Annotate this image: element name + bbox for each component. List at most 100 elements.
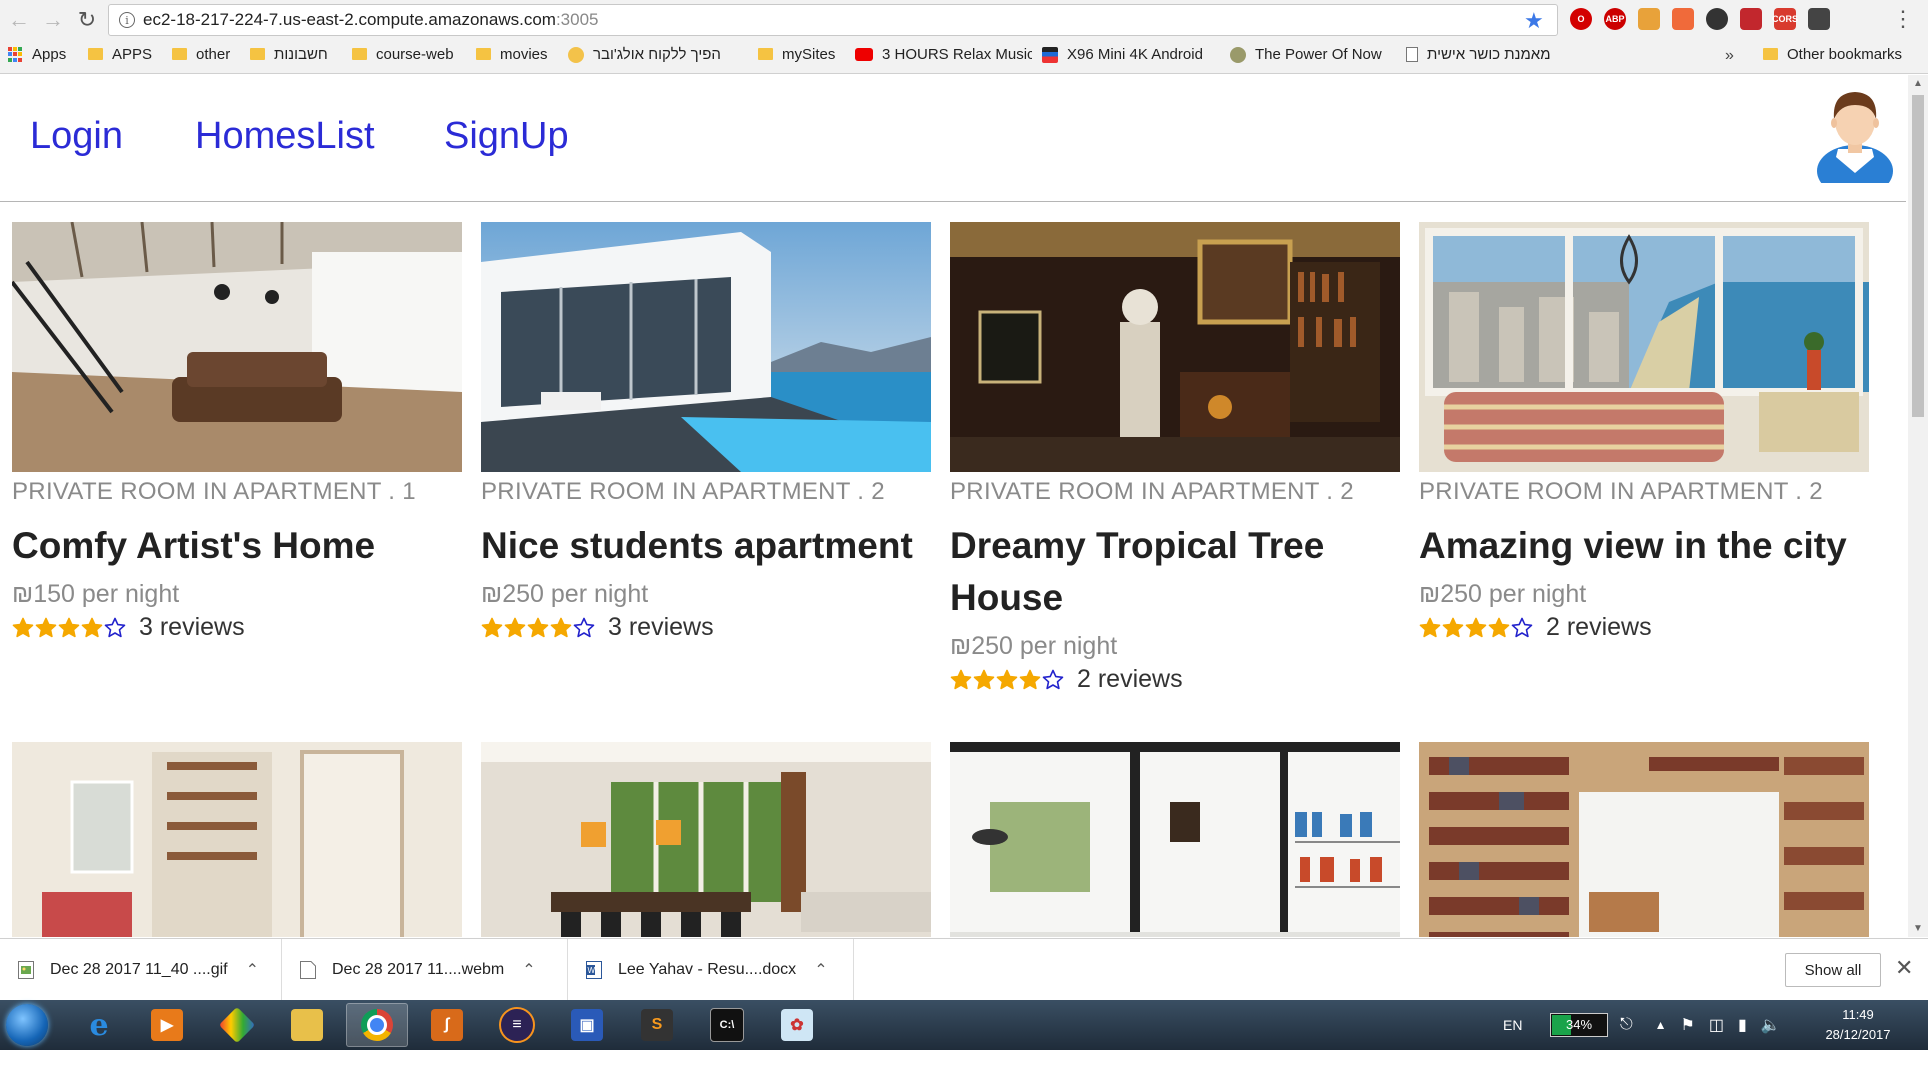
chevron-up-icon[interactable]: ⌃ (814, 960, 827, 980)
download-item[interactable]: Dec 28 2017 11_40 ....gif ⌃ (0, 939, 282, 1001)
bookmark-link[interactable]: X96 Mini 4K Android (1042, 46, 1203, 63)
nav-signup-link[interactable]: SignUp (444, 115, 569, 158)
url-host: ec2-18-217-224-7.us-east-2.compute.amazo… (143, 10, 556, 29)
bookmarks-overflow-chevron[interactable]: » (1725, 47, 1734, 65)
signal-bars-icon[interactable]: ▮ (1738, 1015, 1747, 1035)
listing-card[interactable]: PRIVATE ROOM IN APARTMENT . 1 Comfy Arti… (12, 222, 462, 642)
nav-login-link[interactable]: Login (30, 115, 123, 158)
bookmark-folder[interactable]: APPS (88, 46, 152, 63)
bookmark-label: Apps (32, 46, 67, 63)
taskbar-file-explorer[interactable] (276, 1003, 338, 1047)
listing-photo[interactable] (12, 742, 462, 937)
browser-menu-icon[interactable]: ⋮ (1892, 6, 1914, 32)
listing-photo[interactable] (12, 222, 462, 472)
volume-icon[interactable]: 🔈 (1761, 1015, 1781, 1035)
listing-title[interactable]: Comfy Artist's Home (12, 520, 462, 572)
taskbar-chrome[interactable] (346, 1003, 408, 1047)
bookmark-folder[interactable]: mySites (758, 46, 835, 63)
listing-photo[interactable] (950, 222, 1400, 472)
address-bar[interactable]: i ec2-18-217-224-7.us-east-2.compute.ama… (108, 4, 1558, 36)
power-plug-icon[interactable]: ⎋ (1620, 1016, 1633, 1034)
clock-date: 28/12/2017 (1825, 1027, 1891, 1042)
listing-photo[interactable] (1419, 742, 1869, 937)
review-count[interactable]: 2 reviews (1546, 613, 1652, 642)
bookmark-star-icon[interactable]: ★ (1524, 8, 1546, 33)
battery-indicator[interactable]: 34% (1550, 1013, 1608, 1037)
review-count[interactable]: 3 reviews (139, 613, 245, 642)
language-indicator[interactable]: EN (1503, 1000, 1522, 1050)
chevron-up-icon[interactable]: ⌃ (522, 960, 535, 980)
show-all-downloads-button[interactable]: Show all (1785, 953, 1881, 987)
folder-icon (172, 47, 187, 60)
close-downloads-icon[interactable]: ✕ (1895, 955, 1913, 981)
scrollbar-thumb[interactable] (1912, 95, 1924, 417)
listing-card[interactable] (1419, 742, 1869, 937)
taskbar-clock[interactable]: 11:49 28/12/2017 (1820, 1005, 1896, 1045)
taskbar-visual-studio[interactable]: ∫ (416, 1003, 478, 1047)
show-hidden-icons-chevron[interactable]: ▲ (1655, 1018, 1667, 1032)
start-button[interactable] (6, 1004, 48, 1046)
taskbar-sublime[interactable]: S (626, 1003, 688, 1047)
info-icon[interactable]: i (119, 12, 135, 28)
review-count[interactable]: 3 reviews (608, 613, 714, 642)
reload-icon[interactable]: ↻ (72, 5, 102, 35)
listing-photo[interactable] (481, 222, 931, 472)
taskbar-internet-explorer[interactable]: e (68, 1003, 130, 1047)
bookmark-folder[interactable]: other (172, 46, 230, 63)
forward-arrow-icon[interactable]: → (38, 5, 68, 35)
bookmark-link[interactable]: הפיך ללקוח אולג'ובר (568, 46, 721, 63)
taskbar-eclipse[interactable]: ≡ (486, 1003, 548, 1047)
bookmark-folder[interactable]: חשבונות (250, 46, 328, 63)
adblock-plus-icon[interactable]: ABP (1604, 8, 1626, 30)
taskbar-app[interactable] (206, 1003, 268, 1047)
browser-toolbar: ← → ↻ i ec2-18-217-224-7.us-east-2.compu… (0, 0, 1928, 40)
user-avatar-icon[interactable] (1814, 83, 1896, 183)
listing-card[interactable] (12, 742, 462, 937)
action-center-flag-icon[interactable]: ⚑ (1681, 1015, 1695, 1035)
listing-card[interactable] (481, 742, 931, 937)
network-device-icon[interactable]: ◫ (1709, 1015, 1724, 1035)
listing-title[interactable]: Nice students apartment (481, 520, 931, 572)
listing-card[interactable]: PRIVATE ROOM IN APARTMENT . 2 Amazing vi… (1419, 222, 1869, 642)
cors-extension-icon[interactable]: CORS (1772, 8, 1798, 30)
bookmark-label: X96 Mini 4K Android (1067, 46, 1203, 63)
download-item[interactable]: Dec 28 2017 11....webm ⌃ (282, 939, 568, 1001)
opera-extension-icon[interactable]: O (1570, 8, 1592, 30)
taskbar-media-player[interactable]: ▶ (136, 1003, 198, 1047)
star-empty-icon (104, 617, 126, 637)
taskbar-terminal[interactable]: C:\ (696, 1003, 758, 1047)
bookmark-apps[interactable]: Apps (8, 46, 66, 63)
folder-icon (1763, 47, 1778, 60)
nav-homeslist-link[interactable]: HomesList (195, 115, 375, 158)
listing-photo[interactable] (950, 742, 1400, 937)
listing-photo-image (12, 742, 462, 937)
listing-title[interactable]: Dreamy Tropical Tree House (950, 520, 1400, 624)
bookmark-link[interactable]: The Power Of Now (1230, 46, 1382, 63)
listing-card[interactable]: PRIVATE ROOM IN APARTMENT . 2 Dreamy Tro… (950, 222, 1400, 694)
chevron-up-icon[interactable]: ⌃ (246, 960, 259, 980)
extension-icon[interactable] (1740, 8, 1762, 30)
taskbar-paint[interactable]: ✿ (766, 1003, 828, 1047)
back-arrow-icon[interactable]: ← (4, 5, 34, 35)
listing-photo[interactable] (1419, 222, 1869, 472)
camera-extension-icon[interactable] (1706, 8, 1728, 30)
bookmark-link[interactable]: מאמנת כושר אישית (1406, 46, 1551, 63)
bookmark-folder-other[interactable]: Other bookmarks (1763, 46, 1902, 63)
bookmark-folder[interactable]: course-web (352, 46, 454, 63)
download-item[interactable]: W Lee Yahav - Resu....docx ⌃ (568, 939, 854, 1001)
bookmark-folder[interactable]: movies (476, 46, 548, 63)
review-count[interactable]: 2 reviews (1077, 665, 1183, 694)
extension-icon[interactable] (1638, 8, 1660, 30)
film-extension-icon[interactable] (1808, 8, 1830, 30)
listing-card[interactable]: PRIVATE ROOM IN APARTMENT . 2 Nice stude… (481, 222, 931, 642)
listing-photo[interactable] (481, 742, 931, 937)
listing-title[interactable]: Amazing view in the city (1419, 520, 1869, 572)
scroll-up-arrow-icon[interactable]: ▲ (1913, 78, 1923, 89)
scroll-down-arrow-icon[interactable]: ▼ (1913, 923, 1923, 934)
listing-card[interactable] (950, 742, 1400, 937)
folder-icon (88, 47, 103, 60)
bookmark-link[interactable]: 3 HOURS Relax Music (855, 46, 1032, 63)
extension-icon[interactable] (1672, 8, 1694, 30)
taskbar-save-app[interactable]: ▣ (556, 1003, 618, 1047)
page-scrollbar[interactable]: ▲ ▼ (1908, 75, 1928, 937)
